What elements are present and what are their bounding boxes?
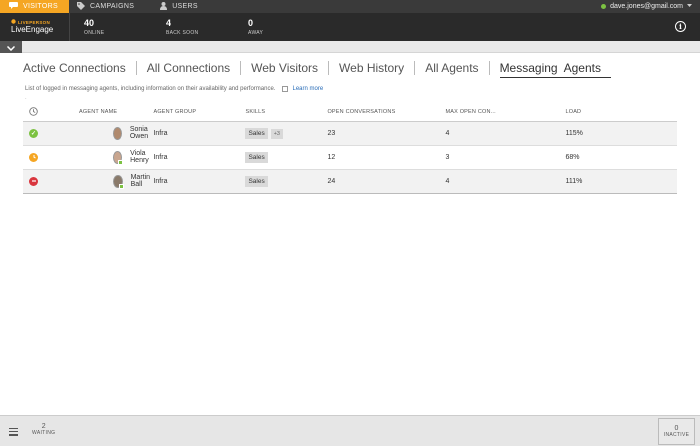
nav-tab-label: USERS [172,3,198,10]
load-value: 115% [565,121,677,146]
user-icon [160,1,168,12]
collapse-button[interactable] [0,41,22,53]
tab-all-agents[interactable]: All Agents [415,61,490,75]
stat-label: BACK SOON [166,30,199,36]
nav-tab-users[interactable]: USERS [152,0,206,13]
column-header-agent-group[interactable]: AGENT GROUP [153,104,246,122]
stat-away[interactable]: 0 AWAY [234,18,316,36]
brand-top-text: LIVEPERSON [18,19,51,25]
chevron-down-icon [687,3,692,10]
tab-web-visitors[interactable]: Web Visitors [241,61,330,75]
agent-group: Infra [153,145,246,170]
user-menu[interactable]: dave.jones@gmail.com [601,3,700,10]
nav-tab-visitors[interactable]: VISITORS [0,0,69,13]
inactive-count: 0 [674,425,679,432]
stat-label: ONLINE [84,30,105,36]
tab-web-history[interactable]: Web History [329,61,416,75]
inactive-counter[interactable]: 0 INACTIVE [658,418,695,445]
stat-label: AWAY [248,30,264,36]
online-status-dot [601,4,607,9]
view-tabs: Active Connections All Connections Web V… [23,61,612,78]
avatar [113,126,122,140]
nav-tab-label: CAMPAIGNS [90,3,135,10]
waiting-count: 2 [41,423,46,430]
skill-badge: Sales [245,175,268,187]
clock-icon [23,107,38,118]
stat-value: 0 [248,18,254,28]
bottom-bar: 2 WAITING 0 INACTIVE [0,415,700,446]
column-header-skills[interactable]: SKILLS [245,104,328,122]
agent-status-header: LIVEPERSON LiveEngage 40 ONLINE 4 BACK S… [0,13,700,41]
online-status-icon: ✓ [29,128,38,138]
avatar [113,150,124,165]
chevron-down-icon [6,38,16,56]
skill-badge: Sales [245,127,268,139]
table-header-row: AGENT NAME AGENT GROUP SKILLS OPEN CONVE… [23,104,677,122]
tab-all-connections[interactable]: All Connections [137,61,242,75]
description-dot: · [25,96,27,102]
column-header-status[interactable] [23,104,51,122]
agents-table: AGENT NAME AGENT GROUP SKILLS OPEN CONVE… [23,104,677,194]
column-header-load[interactable]: LOAD [565,104,677,122]
load-value: 68% [565,145,677,170]
description-text: List of logged in messaging agents, incl… [25,86,276,92]
info-icon[interactable]: i [675,21,686,32]
top-navigation: VISITORS CAMPAIGNS USERS dave.jones@gmai… [0,0,700,13]
tag-icon [77,1,85,12]
learn-more-icon [282,86,289,92]
table-row[interactable]: Martin Ball Infra Sales 24 4 111% [23,169,677,194]
agent-name: Martin Ball [130,174,151,188]
load-value: 111% [565,169,677,194]
column-header-max-open[interactable]: MAX OPEN CON... [445,104,566,122]
back-soon-status-icon [29,152,38,162]
table-row[interactable]: ✓ Sonia Owen Infra Sales +3 23 4 115% [23,121,677,146]
max-open-conversations: 4 [445,169,566,194]
max-open-conversations: 4 [445,121,566,146]
stat-online[interactable]: 40 ONLINE [70,18,152,36]
sub-toolbar [0,41,700,53]
learn-more-link[interactable]: Learn more [292,86,323,92]
stat-value: 40 [84,18,95,28]
inactive-label: INACTIVE [663,432,690,438]
skill-badge: Sales [245,151,268,163]
avatar [113,174,124,189]
stat-back-soon[interactable]: 4 BACK SOON [152,18,234,36]
more-skills-badge[interactable]: +3 [270,128,283,139]
open-conversations: 24 [327,169,446,194]
agent-name: Sonia Owen [129,126,149,140]
page-description: List of logged in messaging agents, incl… [25,86,323,92]
max-open-conversations: 3 [445,145,566,170]
agent-name: Viola Henry [130,150,149,164]
tab-active-connections[interactable]: Active Connections [23,61,137,75]
chat-bubble-icon [9,2,18,11]
away-status-icon [29,176,38,186]
user-email: dave.jones@gmail.com [610,3,683,10]
open-conversations: 12 [327,145,446,170]
table-row[interactable]: Viola Henry Infra Sales 12 3 68% [23,145,677,170]
nav-tab-label: VISITORS [23,3,58,10]
column-header-open-conversations[interactable]: OPEN CONVERSATIONS [327,104,446,122]
stat-value: 4 [166,18,172,28]
tab-messaging-agents[interactable]: Messaging Agents [490,61,612,78]
open-conversations: 23 [327,121,446,146]
brand-logo: LIVEPERSON LiveEngage [0,13,70,41]
hamburger-menu-icon[interactable] [9,428,18,438]
brand-name: LiveEngage [11,25,54,34]
agent-group: Infra [153,169,246,194]
waiting-counter[interactable]: 2 WAITING [32,423,55,436]
column-header-agent-name[interactable]: AGENT NAME [51,104,154,122]
waiting-label: WAITING [32,430,56,436]
agent-group: Infra [153,121,246,146]
nav-tab-campaigns[interactable]: CAMPAIGNS [69,0,142,13]
